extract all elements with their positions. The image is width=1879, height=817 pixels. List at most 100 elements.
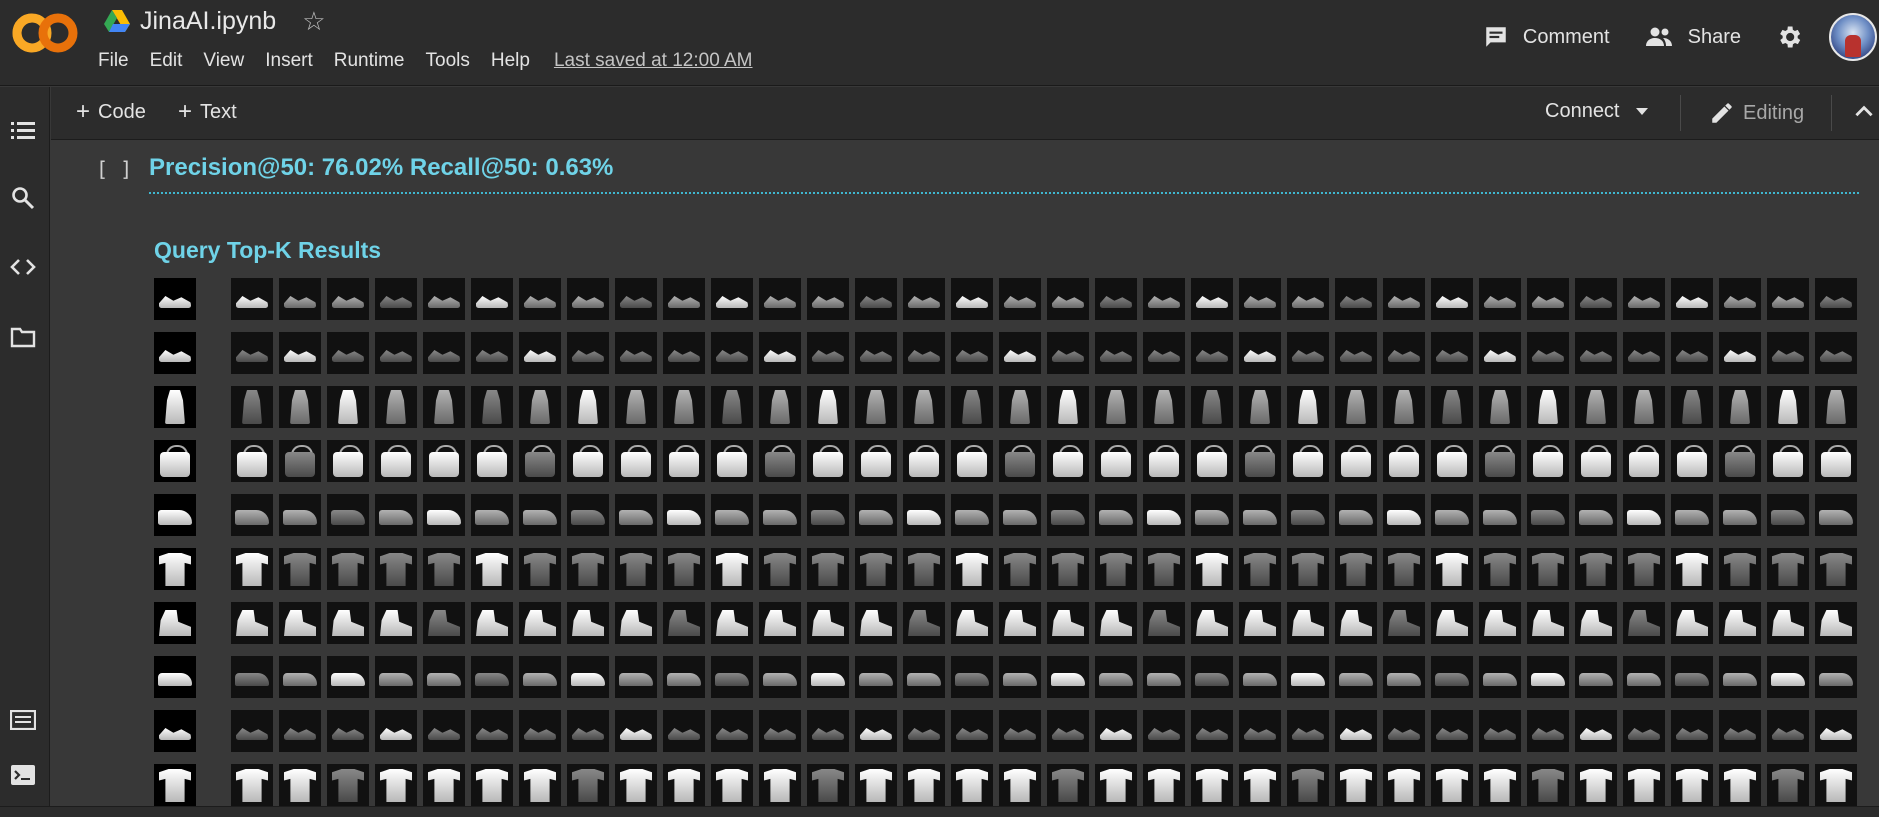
result-image bbox=[519, 710, 561, 752]
result-image bbox=[567, 710, 609, 752]
result-image bbox=[759, 710, 801, 752]
result-image bbox=[855, 440, 897, 482]
result-image bbox=[1383, 440, 1425, 482]
result-image bbox=[1767, 764, 1809, 806]
menu-help[interactable]: Help bbox=[491, 50, 530, 72]
account-avatar[interactable] bbox=[1829, 13, 1877, 61]
cell-run-button[interactable]: [ ] bbox=[96, 157, 132, 181]
last-saved-link[interactable]: Last saved at 12:00 AM bbox=[554, 50, 753, 72]
notebook-title[interactable]: JinaAI.ipynb bbox=[140, 7, 276, 36]
result-image bbox=[1383, 710, 1425, 752]
menu-view[interactable]: View bbox=[203, 50, 244, 72]
result-image bbox=[279, 440, 321, 482]
result-image bbox=[1095, 440, 1137, 482]
result-image bbox=[279, 386, 321, 428]
folder-icon[interactable] bbox=[10, 324, 36, 350]
result-image bbox=[759, 656, 801, 698]
add-text-button[interactable]: + Text bbox=[178, 100, 237, 124]
result-image bbox=[615, 278, 657, 320]
menu-tools[interactable]: Tools bbox=[426, 50, 470, 72]
comment-button[interactable]: Comment bbox=[1483, 24, 1610, 50]
result-image bbox=[1479, 656, 1521, 698]
result-image bbox=[1479, 548, 1521, 590]
result-image bbox=[375, 548, 417, 590]
chevron-down-icon[interactable] bbox=[1635, 108, 1648, 115]
result-image bbox=[1383, 278, 1425, 320]
editing-mode-button[interactable]: Editing bbox=[1709, 100, 1804, 126]
result-image bbox=[663, 710, 705, 752]
result-image bbox=[951, 602, 993, 644]
menu-runtime[interactable]: Runtime bbox=[334, 50, 405, 72]
result-image bbox=[519, 764, 561, 806]
result-image bbox=[1527, 440, 1569, 482]
table-of-contents-icon[interactable] bbox=[10, 117, 36, 143]
command-palette-icon[interactable] bbox=[10, 707, 36, 733]
result-row bbox=[154, 494, 1863, 539]
menu-edit[interactable]: Edit bbox=[150, 50, 183, 72]
result-image bbox=[1479, 764, 1521, 806]
result-image bbox=[1191, 494, 1233, 536]
plus-icon: + bbox=[178, 98, 193, 125]
star-icon[interactable]: ☆ bbox=[302, 8, 325, 34]
search-icon[interactable] bbox=[10, 185, 36, 211]
result-image bbox=[1719, 764, 1761, 806]
toolbar-divider bbox=[1831, 95, 1832, 131]
menu-file[interactable]: File bbox=[98, 50, 129, 72]
result-image bbox=[615, 656, 657, 698]
add-code-button[interactable]: + Code bbox=[76, 100, 146, 124]
gear-icon[interactable] bbox=[1775, 23, 1803, 51]
result-image bbox=[663, 386, 705, 428]
result-image bbox=[1095, 656, 1137, 698]
result-image bbox=[1719, 332, 1761, 374]
connect-button[interactable]: Connect bbox=[1545, 100, 1648, 123]
result-image bbox=[279, 494, 321, 536]
colab-logo[interactable] bbox=[12, 12, 78, 54]
result-image bbox=[1335, 710, 1377, 752]
result-image bbox=[1431, 710, 1473, 752]
result-image bbox=[1767, 548, 1809, 590]
query-image bbox=[154, 332, 196, 374]
result-image bbox=[1095, 764, 1137, 806]
result-image bbox=[1671, 656, 1713, 698]
result-image bbox=[999, 710, 1041, 752]
result-image bbox=[1143, 386, 1185, 428]
result-image bbox=[1335, 602, 1377, 644]
result-row bbox=[154, 764, 1863, 806]
result-image bbox=[711, 332, 753, 374]
result-image bbox=[1479, 602, 1521, 644]
result-image bbox=[1095, 332, 1137, 374]
result-image bbox=[471, 710, 513, 752]
chevron-up-icon[interactable] bbox=[1851, 99, 1877, 125]
result-image bbox=[327, 548, 369, 590]
toolbar-divider bbox=[1680, 95, 1681, 131]
result-image bbox=[999, 332, 1041, 374]
share-label: Share bbox=[1687, 25, 1741, 48]
result-image bbox=[1047, 494, 1089, 536]
result-image bbox=[711, 602, 753, 644]
terminal-icon[interactable] bbox=[10, 762, 36, 788]
result-image bbox=[903, 656, 945, 698]
result-image bbox=[1527, 494, 1569, 536]
result-image bbox=[1191, 602, 1233, 644]
menu-insert[interactable]: Insert bbox=[265, 50, 313, 72]
result-image bbox=[951, 710, 993, 752]
result-image bbox=[1335, 764, 1377, 806]
query-image bbox=[154, 278, 196, 320]
result-image bbox=[1335, 278, 1377, 320]
result-image bbox=[231, 494, 273, 536]
result-image bbox=[711, 548, 753, 590]
result-image bbox=[567, 332, 609, 374]
result-image bbox=[1143, 548, 1185, 590]
result-image bbox=[1527, 656, 1569, 698]
code-snippets-icon[interactable] bbox=[10, 254, 36, 280]
result-image bbox=[1527, 278, 1569, 320]
result-image bbox=[1431, 278, 1473, 320]
result-image bbox=[1383, 764, 1425, 806]
share-button[interactable]: Share bbox=[1644, 24, 1741, 50]
result-image bbox=[1431, 494, 1473, 536]
result-image bbox=[1191, 440, 1233, 482]
google-drive-icon[interactable] bbox=[104, 10, 130, 32]
result-image bbox=[1479, 278, 1521, 320]
result-image bbox=[1239, 548, 1281, 590]
result-image bbox=[279, 764, 321, 806]
